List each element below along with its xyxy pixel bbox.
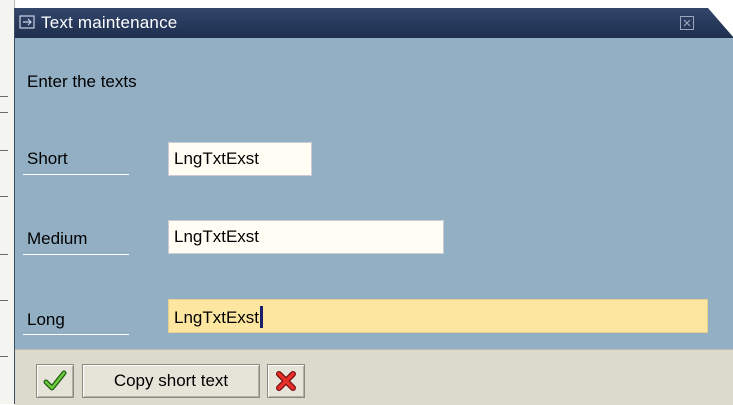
background-line <box>0 300 8 301</box>
copy-short-text-button[interactable]: Copy short text <box>82 364 260 398</box>
medium-text-field[interactable]: LngTxtExst <box>168 220 444 254</box>
long-label-underline <box>23 334 129 335</box>
background-line <box>0 112 8 113</box>
long-label: Long <box>27 310 65 329</box>
titlebar-corner <box>708 8 733 38</box>
confirm-button[interactable] <box>36 364 74 398</box>
background-line <box>0 254 8 255</box>
background-line <box>0 96 8 97</box>
background-line <box>0 150 8 151</box>
medium-label-underline <box>23 254 129 255</box>
close-icon[interactable] <box>680 16 694 30</box>
medium-label: Medium <box>27 229 88 248</box>
copy-short-text-label: Copy short text <box>113 371 229 390</box>
long-text-field[interactable]: LngTxtExst <box>168 299 708 333</box>
dialog-footer: Copy short text <box>15 349 733 405</box>
instruction-text: Enter the texts <box>27 72 137 91</box>
text-cursor <box>260 306 264 328</box>
background-window <box>0 0 15 404</box>
background-line <box>0 196 8 197</box>
text-maintenance-dialog: Text maintenance Enter the texts Short L… <box>14 8 733 405</box>
checkmark-icon <box>43 370 67 391</box>
short-label-underline <box>23 174 129 175</box>
short-label: Short <box>27 149 68 168</box>
background-line <box>0 356 8 357</box>
dialog-titlebar[interactable]: Text maintenance <box>15 8 733 38</box>
dialog-icon <box>19 15 35 29</box>
short-text-field[interactable]: LngTxtExst <box>168 142 312 176</box>
long-text-value: LngTxtExst <box>174 308 260 327</box>
dialog-title: Text maintenance <box>41 13 178 32</box>
cancel-x-icon <box>276 371 296 391</box>
cancel-button[interactable] <box>267 364 305 398</box>
